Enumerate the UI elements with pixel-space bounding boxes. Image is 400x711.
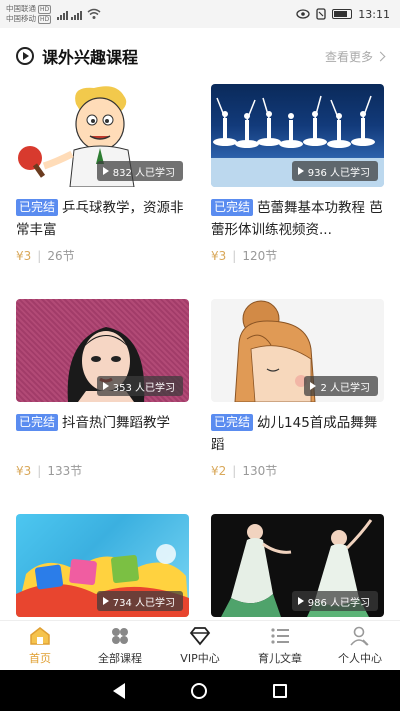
signal-icon	[57, 8, 69, 20]
clock: 13:11	[358, 7, 390, 21]
back-icon[interactable]	[113, 682, 125, 699]
course-title: 抖音热门舞蹈教学	[62, 415, 171, 431]
course-price: ¥3	[16, 463, 32, 478]
carrier-2: 中国移动	[6, 14, 36, 23]
play-icon	[297, 167, 304, 175]
lesson-count: 120节	[242, 249, 278, 263]
course-card[interactable]: 734 人已学习	[16, 514, 189, 617]
system-nav-bar	[0, 670, 400, 711]
course-card[interactable]: 832 人已学习 已完结 乒乓球教学，资源非常丰富 ¥3 | 26节	[16, 84, 189, 264]
hd-tag: HD	[38, 14, 52, 24]
signal-icon	[71, 8, 83, 20]
battery-icon	[332, 9, 353, 19]
meta-divider: |	[232, 463, 237, 478]
status-badge: 已完结	[211, 199, 254, 216]
course-meta: ¥2 | 130节	[211, 462, 384, 479]
section-header: 课外兴趣课程 查看更多	[0, 38, 400, 74]
course-card[interactable]: 936 人已学习 已完结 芭蕾舞基本功教程 芭蕾形体训练视频资... ¥3 | 120…	[211, 84, 384, 264]
learner-count-badge: 936 人已学习	[291, 161, 378, 181]
course-meta: ¥3 | 26节	[16, 247, 189, 264]
nfc-icon	[316, 8, 326, 20]
learner-count: 353 人已学习	[112, 382, 175, 394]
nav-label: 育儿文章	[258, 652, 302, 665]
course-title-block: 已完结 抖音热门舞蹈教学	[16, 412, 189, 456]
view-more-label: 查看更多	[324, 49, 373, 64]
section-title: 课外兴趣课程	[42, 48, 139, 67]
course-card[interactable]: 2 人已学习 已完结 幼儿145首成品舞舞蹈 ¥2 | 130节	[211, 299, 384, 479]
course-price: ¥3	[211, 248, 227, 263]
learner-count-badge: 2 人已学习	[304, 376, 378, 396]
nav-vip[interactable]: VIP中心	[160, 621, 240, 670]
carrier-info: 中国联通 HD 中国移动 HD	[6, 4, 52, 24]
nav-all-courses[interactable]: 全部课程	[80, 621, 160, 670]
course-thumbnail: 2 人已学习	[211, 299, 384, 402]
meta-divider: |	[232, 248, 237, 263]
user-icon	[348, 625, 372, 647]
lesson-count: 133节	[47, 464, 83, 478]
learner-count-badge: 353 人已学习	[96, 376, 183, 396]
learner-count-badge: 734 人已学习	[96, 591, 183, 611]
play-icon	[102, 167, 109, 175]
course-price: ¥3	[16, 248, 32, 263]
status-badge: 已完结	[16, 414, 59, 431]
bottom-nav: 首页 全部课程 VIP中心 育儿文章 个人中心	[0, 620, 400, 670]
meta-divider: |	[37, 463, 42, 478]
course-meta: ¥3 | 120节	[211, 247, 384, 264]
diamond-icon	[188, 625, 212, 647]
learner-count-badge: 986 人已学习	[291, 591, 378, 611]
status-badge: 已完结	[211, 414, 254, 431]
eye-icon	[296, 9, 310, 19]
course-thumbnail: 936 人已学习	[211, 84, 384, 187]
course-card[interactable]: 986 人已学习	[211, 514, 384, 617]
nav-label: 全部课程	[98, 652, 142, 665]
learner-count-badge: 832 人已学习	[96, 161, 183, 181]
course-card[interactable]: 353 人已学习 已完结 抖音热门舞蹈教学 ¥3 | 133节	[16, 299, 189, 479]
home-icon	[28, 625, 52, 647]
status-bar: 中国联通 HD 中国移动 HD 13:11	[0, 0, 400, 28]
course-price: ¥2	[211, 463, 227, 478]
play-icon	[102, 382, 109, 390]
course-thumbnail: 986 人已学习	[211, 514, 384, 617]
course-thumbnail: 734 人已学习	[16, 514, 189, 617]
course-title-block: 已完结 幼儿145首成品舞舞蹈	[211, 412, 384, 456]
lesson-count: 130节	[242, 464, 278, 478]
lesson-count: 26节	[47, 249, 75, 263]
play-circle-icon	[16, 47, 34, 65]
play-icon	[310, 382, 317, 390]
course-meta: ¥3 | 133节	[16, 462, 189, 479]
course-title-block: 已完结 芭蕾舞基本功教程 芭蕾形体训练视频资...	[211, 197, 384, 241]
carrier-1: 中国联通	[6, 4, 36, 13]
nav-profile[interactable]: 个人中心	[320, 621, 400, 670]
nav-label: 个人中心	[338, 652, 382, 665]
status-badge: 已完结	[16, 199, 59, 216]
nav-label: VIP中心	[180, 652, 220, 665]
grid-icon	[108, 625, 132, 647]
course-title-block: 已完结 乒乓球教学，资源非常丰富	[16, 197, 189, 241]
meta-divider: |	[37, 248, 42, 263]
course-thumbnail: 832 人已学习	[16, 84, 189, 187]
view-more-link[interactable]: 查看更多	[324, 48, 386, 65]
learner-count: 734 人已学习	[112, 597, 175, 609]
nav-label: 首页	[29, 652, 51, 665]
learner-count: 832 人已学习	[112, 167, 175, 179]
list-icon	[268, 625, 292, 647]
learner-count: 936 人已学习	[307, 167, 370, 179]
recents-icon[interactable]	[273, 683, 287, 698]
learner-count: 986 人已学习	[307, 597, 370, 609]
chevron-right-icon	[375, 51, 386, 61]
play-icon	[102, 597, 109, 605]
nav-home[interactable]: 首页	[0, 621, 80, 670]
home-circle-icon[interactable]	[191, 682, 207, 699]
nav-articles[interactable]: 育儿文章	[240, 621, 320, 670]
learner-count: 2 人已学习	[320, 382, 370, 394]
hd-tag: HD	[38, 4, 52, 14]
wifi-icon	[87, 8, 101, 19]
play-icon	[297, 597, 304, 605]
course-thumbnail: 353 人已学习	[16, 299, 189, 402]
